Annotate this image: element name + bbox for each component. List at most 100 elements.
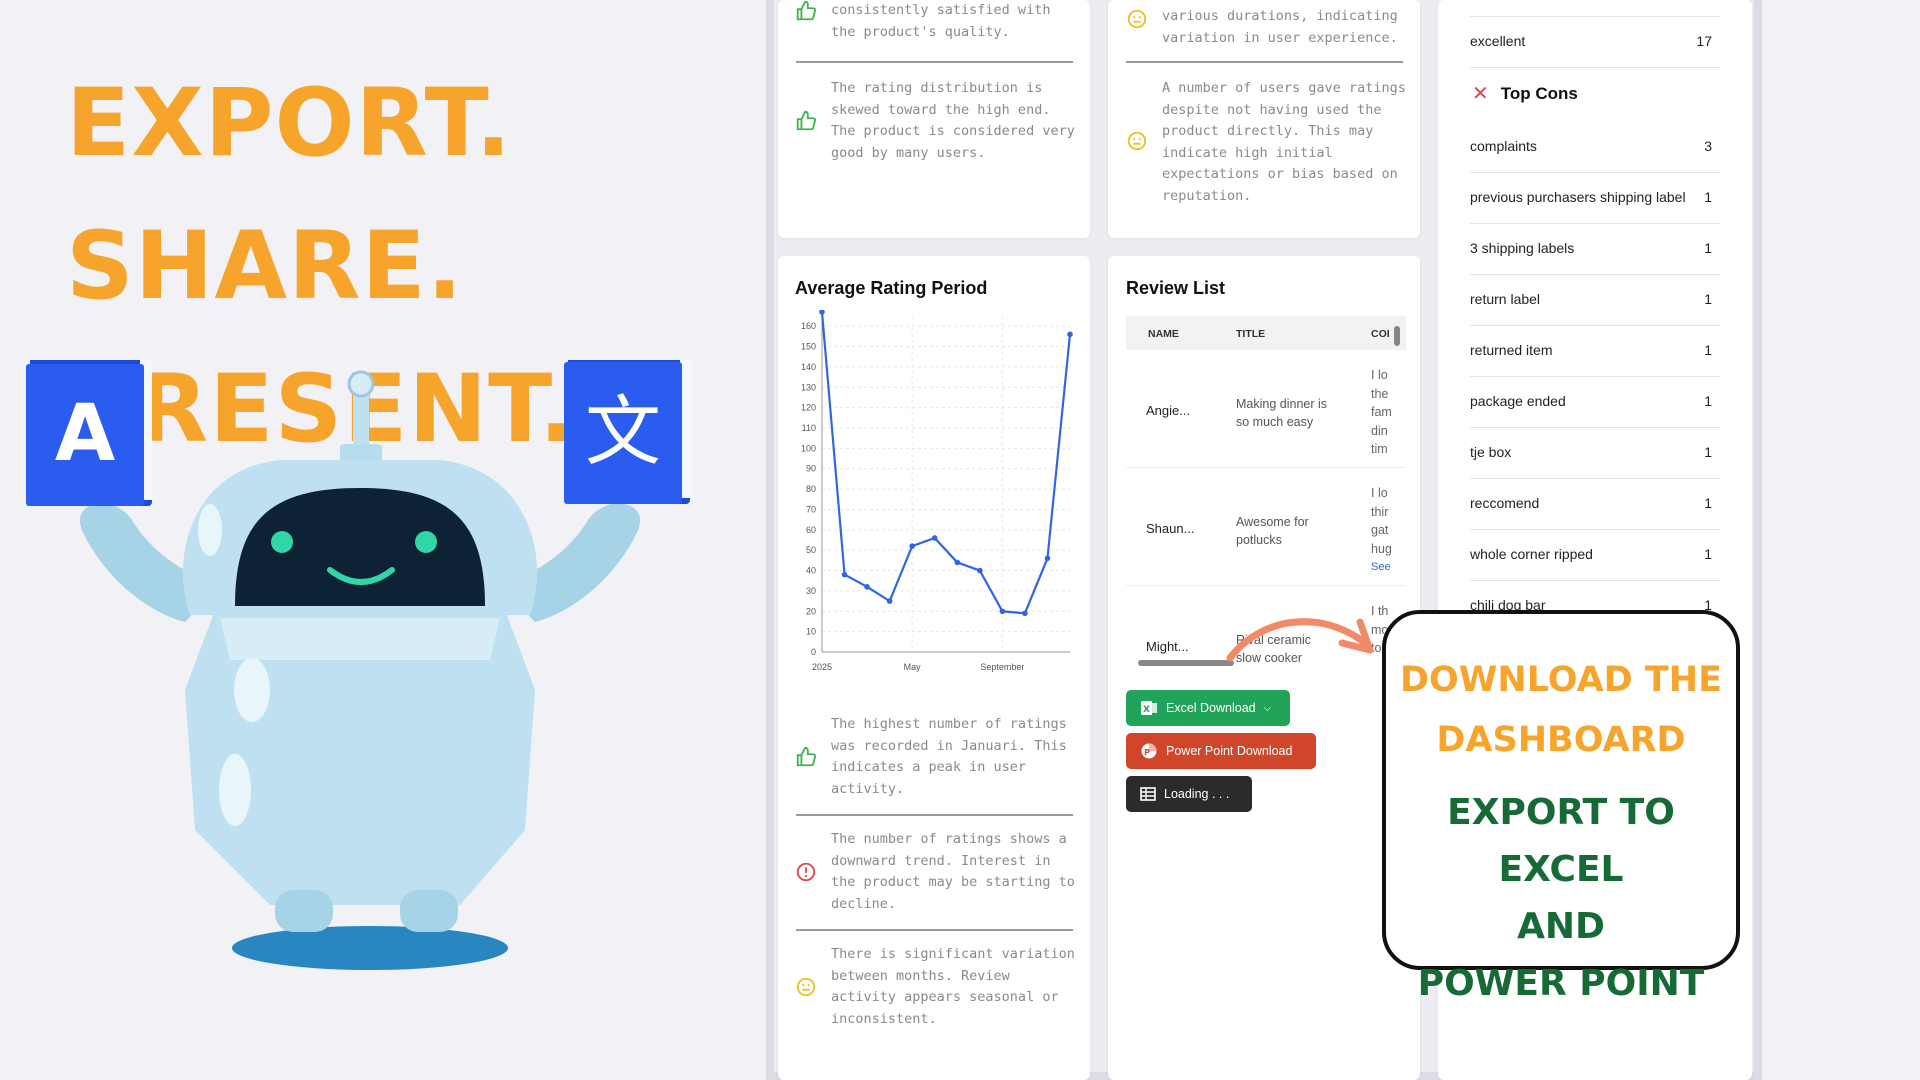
- book-left-icon: A: [26, 360, 152, 506]
- y-tick-label: 20: [806, 606, 816, 616]
- data-point: [999, 608, 1006, 615]
- insight-item: consistently satisfied with the product'…: [795, 0, 1075, 43]
- cons-list-item: complaints 3: [1470, 122, 1720, 173]
- insight-text: The rating distribution is skewed toward…: [831, 80, 1075, 161]
- y-tick-label: 50: [806, 545, 816, 555]
- column-header-title[interactable]: TITLE: [1236, 328, 1265, 340]
- review-name: Angie...: [1146, 403, 1191, 418]
- cons-list-item: tje box 1: [1470, 428, 1720, 479]
- y-tick-label: 90: [806, 464, 816, 474]
- data-point: [1044, 555, 1051, 562]
- callout-heading: DOWNLOAD THE DASHBOARD: [1400, 660, 1722, 760]
- data-point: [931, 535, 938, 541]
- excel-icon: X: [1141, 701, 1157, 715]
- powerpoint-download-label: Power Point Download: [1166, 744, 1293, 758]
- powerpoint-icon: P: [1141, 743, 1157, 759]
- cons-list-item: 3 shipping labels 1: [1470, 224, 1720, 275]
- download-callout: DOWNLOAD THE DASHBOARD EXPORT TO EXCEL A…: [1382, 610, 1740, 1004]
- column-header-comment[interactable]: COI: [1371, 328, 1390, 340]
- neutral-face-icon: [1127, 131, 1147, 151]
- y-tick-label: 80: [806, 484, 816, 494]
- table-row[interactable]: Shaun... Awesome for potlucks I lo thir ga…: [1126, 468, 1406, 586]
- neutral-face-icon: [1127, 9, 1147, 29]
- cons-list-item: package ended 1: [1470, 377, 1720, 428]
- loading-label: Loading . . .: [1164, 787, 1230, 801]
- y-tick-label: 140: [801, 362, 816, 372]
- top-cons-header: ✕ Top Cons: [1472, 84, 1578, 104]
- average-rating-title: Average Rating Period: [795, 278, 988, 298]
- cons-list-item: reccomend 1: [1470, 479, 1720, 530]
- excel-download-label: Excel Download: [1166, 701, 1256, 715]
- excel-download-button[interactable]: X Excel Download ⌵: [1126, 690, 1290, 726]
- data-point: [977, 567, 983, 574]
- insight-item: The highest number of ratings was record…: [795, 714, 1075, 800]
- close-icon: ✕: [1472, 83, 1489, 105]
- divider: [796, 61, 1073, 63]
- neutral-face-icon: [796, 977, 816, 997]
- review-title: Making dinner is so much easy: [1236, 397, 1328, 429]
- divider: [796, 929, 1073, 931]
- see-more-link[interactable]: See: [1371, 558, 1401, 577]
- y-tick-label: 70: [806, 504, 816, 514]
- y-tick-label: 160: [801, 321, 816, 331]
- callout-subheading: EXPORT TO EXCEL AND POWER POINT: [1417, 792, 1705, 1004]
- series-line: [820, 311, 1072, 615]
- vertical-scrollbar[interactable]: [1394, 326, 1400, 346]
- book-left-letter: A: [55, 389, 115, 479]
- book-right-letter: 文: [585, 387, 661, 476]
- cons-list-item: whole corner ripped 1: [1470, 530, 1720, 581]
- y-tick-label: 10: [806, 627, 816, 637]
- book-right-icon: 文: [564, 360, 692, 504]
- data-point: [909, 543, 915, 549]
- data-point: [841, 571, 848, 578]
- insight-text: The number of ratings shows a downward t…: [831, 831, 1075, 912]
- insight-item: A number of users gave ratings despite n…: [1126, 78, 1406, 207]
- average-rating-chart: 0 10 20 30 40 50 60 70 80 90 100 110 120 130 140 150 160…: [801, 310, 1073, 672]
- pros-list-item: excellent 17: [1470, 17, 1720, 68]
- review-comment: I lo thir gat hug See: [1371, 484, 1401, 577]
- y-tick-label: 60: [806, 525, 816, 535]
- alert-circle-icon: [796, 862, 816, 882]
- pros-label: excellent: [1470, 33, 1526, 49]
- insight-text: consistently satisfied with the product'…: [831, 2, 1051, 40]
- insight-item: various durations, indicating variation …: [1126, 6, 1406, 49]
- data-point: [1067, 331, 1073, 338]
- column-header-name[interactable]: NAME: [1148, 328, 1179, 340]
- table-header: NAME TITLE COI: [1126, 316, 1406, 350]
- thumbs-up-icon: [796, 0, 817, 21]
- arrow-icon: [1226, 618, 1374, 662]
- review-comment: I lo the fam din tim: [1371, 368, 1392, 456]
- review-name: Might...: [1146, 639, 1189, 654]
- chevron-down-icon: ⌵: [1263, 702, 1272, 714]
- pros-count: 17: [1696, 33, 1712, 49]
- robot-illustration: A 文: [26, 360, 692, 970]
- powerpoint-download-button[interactable]: P Power Point Download: [1126, 733, 1316, 769]
- y-tick-label: 40: [806, 566, 816, 576]
- top-cons-title: Top Cons: [1500, 84, 1578, 103]
- svg-text:P: P: [1144, 748, 1150, 757]
- data-point: [954, 559, 961, 566]
- cons-list-item: previous purchasers shipping label 1: [1470, 173, 1720, 224]
- table-row[interactable]: Angie... Making dinner is so much easy I…: [1126, 350, 1406, 468]
- data-point: [819, 310, 825, 315]
- y-tick-label: 130: [801, 382, 816, 392]
- review-list-title: Review List: [1126, 278, 1226, 298]
- y-tick-label: 150: [801, 342, 816, 352]
- loading-button[interactable]: Loading . . .: [1126, 776, 1252, 812]
- x-tick-label: September: [980, 662, 1024, 672]
- review-title: Awesome for potlucks: [1236, 515, 1309, 547]
- y-tick-label: 100: [801, 443, 816, 453]
- insight-text: The highest number of ratings was record…: [831, 716, 1067, 797]
- y-tick-label: 0: [811, 647, 816, 657]
- thumbs-up-icon: [796, 746, 817, 767]
- data-point: [864, 584, 870, 590]
- insight-text: various durations, indicating variation …: [1162, 8, 1398, 46]
- divider: [796, 814, 1073, 816]
- insight-item: The rating distribution is skewed toward…: [795, 78, 1075, 164]
- svg-text:X: X: [1143, 705, 1150, 715]
- y-tick-label: 110: [802, 423, 816, 433]
- headline-line-1: EXPORT. SHARE.: [66, 69, 513, 321]
- insight-item: The number of ratings shows a downward t…: [795, 829, 1075, 915]
- data-point: [1022, 610, 1028, 617]
- y-tick-label: 120: [801, 403, 816, 413]
